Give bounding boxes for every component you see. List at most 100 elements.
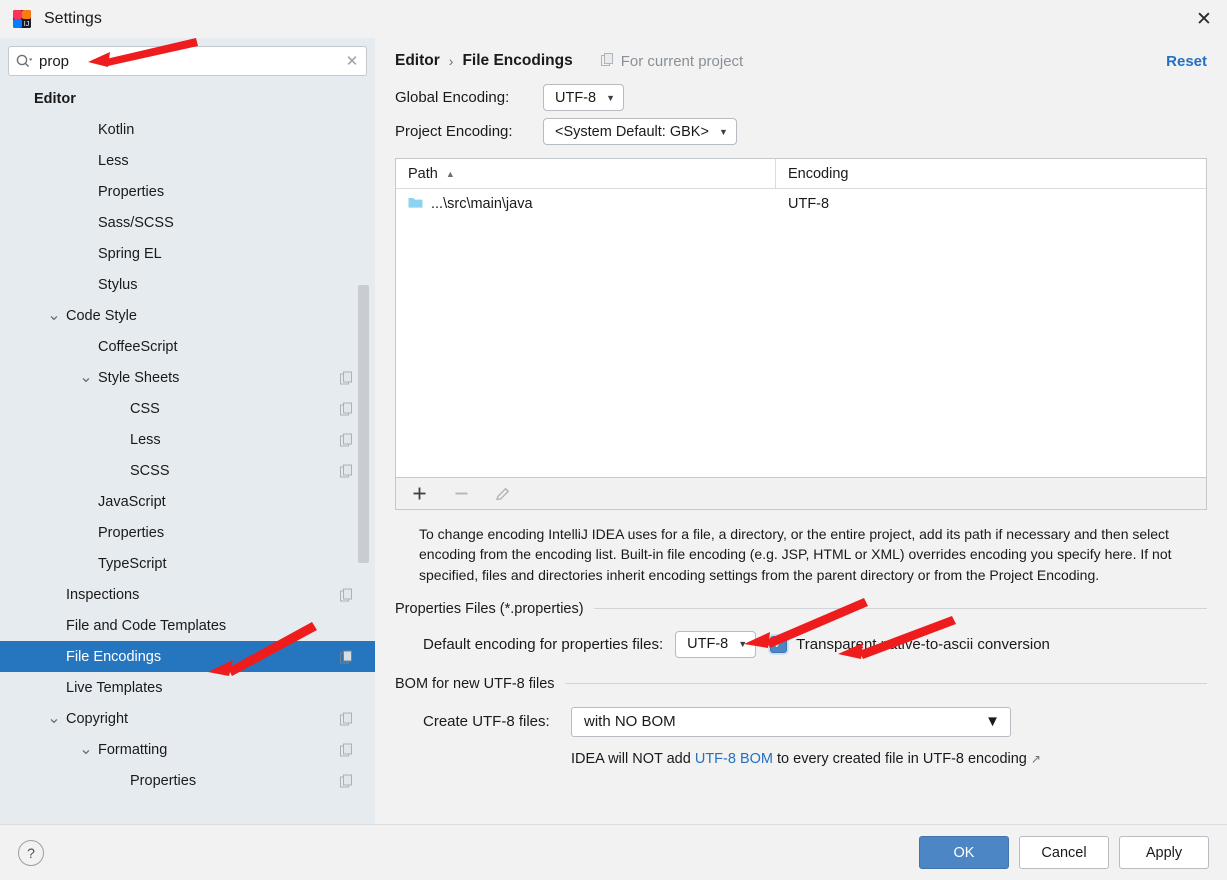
global-encoding-row: Global Encoding: UTF-8 ▼: [395, 84, 1207, 111]
sidebar-item-label: Properties: [98, 524, 165, 541]
sidebar-item-editor[interactable]: Editor: [0, 83, 375, 114]
copy-scope-icon: [340, 588, 353, 601]
sidebar-item-kotlin[interactable]: Kotlin: [0, 114, 375, 145]
sidebar-item-sass-scss[interactable]: Sass/SCSS: [0, 207, 375, 238]
folder-icon: [408, 196, 423, 213]
chevron-down-icon: ⌄: [47, 709, 61, 727]
for-current-project-label: For current project: [600, 52, 744, 70]
sidebar-scrollbar-thumb[interactable]: [358, 285, 369, 563]
default-properties-encoding-select[interactable]: UTF-8 ▼: [675, 630, 757, 658]
sidebar-item-inspections[interactable]: Inspections: [0, 579, 375, 610]
create-utf8-files-select[interactable]: with NO BOM ▼: [571, 706, 1011, 737]
cancel-button[interactable]: Cancel: [1019, 836, 1109, 869]
sidebar-item-less[interactable]: Less: [0, 145, 375, 176]
search-box[interactable]: ✕: [8, 46, 367, 76]
sidebar-item-properties[interactable]: Properties: [0, 517, 375, 548]
sidebar-scrollbar[interactable]: [358, 285, 369, 563]
apply-button[interactable]: Apply: [1119, 836, 1209, 869]
sidebar-item-file-and-code-templates[interactable]: File and Code Templates: [0, 610, 375, 641]
for-current-project-text: For current project: [620, 52, 744, 70]
sidebar-item-css[interactable]: CSS: [0, 393, 375, 424]
global-encoding-select[interactable]: UTF-8 ▼: [543, 84, 625, 111]
sidebar-item-properties[interactable]: Properties: [0, 176, 375, 207]
sidebar-item-live-templates[interactable]: Live Templates: [0, 672, 375, 703]
table-toolbar: [395, 478, 1207, 510]
sidebar-item-properties[interactable]: Properties: [0, 765, 375, 796]
sidebar-item-label: Live Templates: [66, 679, 163, 696]
sidebar-item-code-style[interactable]: ⌄ Code Style: [0, 300, 375, 331]
sidebar-item-style-sheets[interactable]: ⌄ Style Sheets: [0, 362, 375, 393]
group-divider: [593, 608, 1207, 610]
sidebar-item-label: Code Style: [66, 307, 137, 324]
copy-scope-icon: [600, 52, 614, 70]
sidebar-item-coffeescript[interactable]: CoffeeScript: [0, 331, 375, 362]
project-encoding-row: Project Encoding: <System Default: GBK> …: [395, 118, 1207, 145]
sidebar-item-typescript[interactable]: TypeScript: [0, 548, 375, 579]
sidebar-item-label: SCSS: [130, 462, 170, 479]
transparent-native-to-ascii-checkbox[interactable]: ✓ Transparent native-to-ascii conversion: [770, 635, 1050, 653]
group-divider: [564, 683, 1207, 685]
sidebar-item-scss[interactable]: SCSS: [0, 455, 375, 486]
sidebar-item-copyright[interactable]: ⌄ Copyright: [0, 703, 375, 734]
sidebar-item-formatting[interactable]: ⌄ Formatting: [0, 734, 375, 765]
bom-group-title-row: BOM for new UTF-8 files: [395, 676, 1207, 692]
column-header-path[interactable]: Path ▲: [396, 159, 776, 188]
main-panel: Editor › File Encodings For current proj…: [375, 38, 1227, 824]
search-input[interactable]: [39, 47, 338, 75]
sidebar-item-label: Kotlin: [98, 121, 135, 138]
copy-scope-icon: [340, 464, 353, 477]
default-properties-encoding-label: Default encoding for properties files:: [423, 635, 664, 653]
project-encoding-select[interactable]: <System Default: GBK> ▼: [543, 118, 737, 145]
sidebar-item-label: Style Sheets: [98, 369, 180, 386]
column-header-path-label: Path: [408, 165, 438, 182]
reset-link[interactable]: Reset: [1166, 53, 1207, 70]
dialog-footer: ? OK Cancel Apply: [0, 824, 1227, 880]
sidebar-item-stylus[interactable]: Stylus: [0, 269, 375, 300]
sidebar-item-javascript[interactable]: JavaScript: [0, 486, 375, 517]
sidebar-item-label: JavaScript: [98, 493, 166, 510]
close-icon[interactable]: ✕: [1181, 0, 1227, 38]
sidebar-item-less[interactable]: Less: [0, 424, 375, 455]
sidebar-item-label: Properties: [130, 772, 197, 789]
table-cell-path-text: ...\src\main\java: [431, 196, 533, 212]
properties-files-group: Properties Files (*.properties) Default …: [395, 601, 1207, 658]
search-icon[interactable]: [9, 53, 39, 69]
bom-hint-suffix: to every created file in UTF-8 encoding: [772, 750, 1027, 767]
utf8-bom-link[interactable]: UTF-8 BOM: [695, 751, 773, 767]
sidebar-item-label: TypeScript: [98, 555, 167, 572]
add-button[interactable]: [408, 483, 430, 505]
table-row[interactable]: ...\src\main\java UTF-8: [396, 189, 1206, 219]
breadcrumb-parent[interactable]: Editor: [395, 52, 440, 70]
chevron-down-icon: ⌄: [47, 306, 61, 324]
help-button[interactable]: ?: [18, 839, 44, 866]
sidebar-item-label: Editor: [34, 90, 76, 107]
column-header-encoding[interactable]: Encoding: [776, 159, 848, 188]
sidebar-item-file-encodings[interactable]: File Encodings: [0, 641, 375, 672]
encodings-table: Path ▲ Encoding ...\src\main\java UTF-8: [395, 158, 1207, 478]
checkbox-checked-icon[interactable]: ✓: [770, 635, 788, 653]
global-encoding-value: UTF-8: [555, 89, 597, 106]
edit-button[interactable]: [492, 483, 514, 505]
search-area: ✕: [0, 38, 375, 76]
table-cell-encoding-text: UTF-8: [788, 196, 830, 212]
ok-button[interactable]: OK: [919, 836, 1009, 869]
settings-sidebar: ✕ Editor Kotlin Less Properties Sass/SCSS Spr…: [0, 38, 375, 824]
chevron-down-icon: ▼: [718, 126, 728, 137]
sidebar-item-spring-el[interactable]: Spring EL: [0, 238, 375, 269]
clear-icon[interactable]: ✕: [338, 47, 366, 75]
create-utf8-files-value: with NO BOM: [584, 713, 676, 731]
sidebar-item-label: Properties: [98, 183, 165, 200]
copy-scope-icon: [340, 433, 353, 446]
table-cell-encoding[interactable]: UTF-8: [776, 196, 829, 212]
remove-button[interactable]: [450, 483, 472, 505]
chevron-down-icon: ▼: [985, 713, 1000, 731]
